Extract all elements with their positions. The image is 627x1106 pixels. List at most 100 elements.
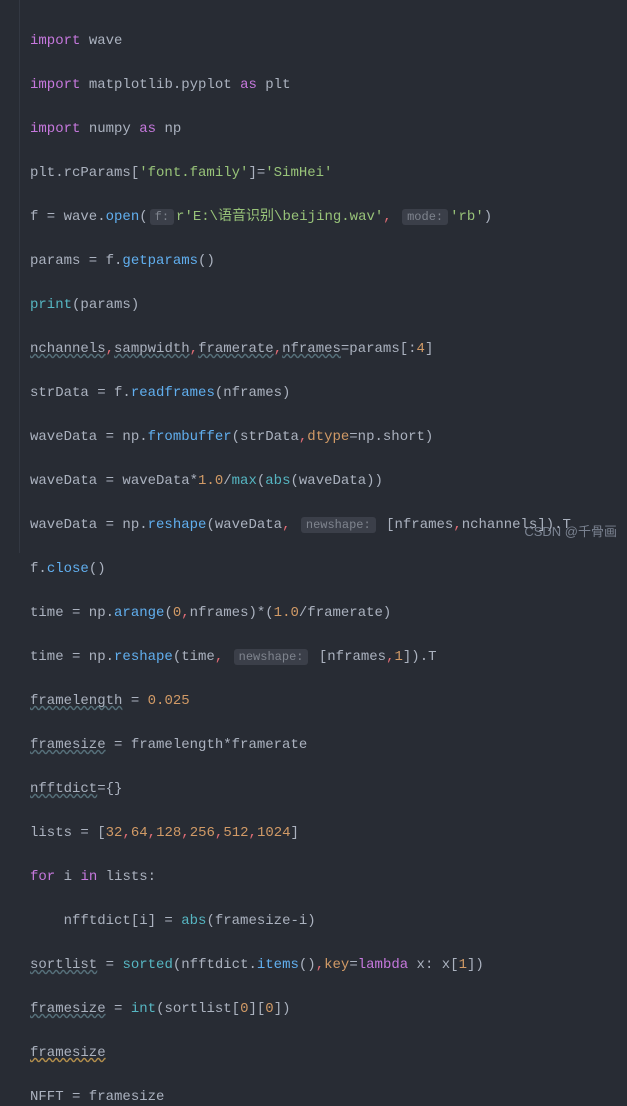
number: 4 [417,341,425,357]
variable: nchannels [30,341,106,357]
keyword: as [139,121,156,137]
function: close [47,561,89,577]
comma: , [148,825,156,841]
code-text: =params[: [341,341,417,357]
code-text: /framerate) [299,605,391,621]
string: 'rb' [450,209,484,225]
param-hint: newshape: [234,649,309,665]
string: 'E:\语音识别\beijing.wav' [184,209,383,225]
code-text: [nframes [386,517,453,533]
code-line[interactable]: for i in lists: [30,866,627,888]
code-text: NFFT = framesize [30,1089,164,1105]
variable: framesize [30,1001,106,1017]
alias: np [164,121,181,137]
kwarg: dtype [307,429,349,445]
number: 512 [223,825,248,841]
code-text: lists = [ [30,825,106,841]
code-line[interactable]: NFFT = framesize [30,1086,627,1106]
code-line[interactable]: waveData = np.frombuffer(strData,dtype=n… [30,426,627,448]
code-line[interactable]: time = np.reshape(time, newshape: [nfram… [30,646,627,668]
string: 'font.family' [139,165,248,181]
code-text: = framelength*framerate [106,737,308,753]
param-hint: f: [150,209,174,225]
code-line[interactable]: framelength = 0.025 [30,690,627,712]
number: 64 [131,825,148,841]
code-text: lists: [97,869,156,885]
comma: , [383,209,391,225]
number: 128 [156,825,181,841]
variable-warning: framesize [30,1045,106,1061]
code-text: ]= [248,165,265,181]
param-hint: newshape: [301,517,376,533]
code-text: params = f. [30,253,122,269]
code-line[interactable]: f = wave.open(f:r'E:\语音识别\beijing.wav', … [30,206,627,228]
comma: , [106,341,114,357]
code-text: (sortlist[ [156,1001,240,1017]
code-text: ] [291,825,299,841]
code-text: ] [425,341,433,357]
code-line[interactable]: plt.rcParams['font.family']='SimHei' [30,162,627,184]
code-text: = [97,957,122,973]
code-line[interactable]: import numpy as np [30,118,627,140]
function: getparams [122,253,198,269]
code-line[interactable]: framesize [30,1042,627,1064]
number: 1.0 [274,605,299,621]
function: open [106,209,140,225]
number: 1 [459,957,467,973]
code-line[interactable]: waveData = waveData*1.0/max(abs(waveData… [30,470,627,492]
paren: () [89,561,106,577]
string: 'SimHei' [265,165,332,181]
code-line[interactable]: time = np.arange(0,nframes)*(1.0/framera… [30,602,627,624]
number: 1 [395,649,403,665]
variable: nframes [282,341,341,357]
code-text: = [349,957,357,973]
code-text: (strData [232,429,299,445]
code-line[interactable]: sortlist = sorted(nfftdict.items(),key=l… [30,954,627,976]
comma: , [181,825,189,841]
comma: , [282,517,290,533]
code-line[interactable]: framesize = int(sortlist[0][0]) [30,998,627,1020]
variable: framelength [30,693,122,709]
function: readframes [131,385,215,401]
code-line[interactable]: import wave [30,30,627,52]
function: items [257,957,299,973]
code-text: time = np. [30,649,114,665]
code-line[interactable]: print(params) [30,294,627,316]
keyword: import [30,121,80,137]
code-editor[interactable]: import wave import matplotlib.pyplot as … [0,0,627,1106]
param-hint: mode: [402,209,448,225]
code-text: (waveData)) [291,473,383,489]
comma: , [316,957,324,973]
code-line[interactable]: strData = f.readframes(nframes) [30,382,627,404]
code-line[interactable]: nfftdict[i] = abs(framesize-i) [30,910,627,932]
code-text: =np.short) [349,429,433,445]
code-text: () [299,957,316,973]
code-line[interactable]: framesize = framelength*framerate [30,734,627,756]
number: 1.0 [198,473,223,489]
watermark: CSDN @千骨画 [524,521,617,543]
code-line[interactable]: nfftdict={} [30,778,627,800]
code-text: ]) [467,957,484,973]
builtin: print [30,297,72,313]
code-line[interactable]: nchannels,sampwidth,framerate,nframes=pa… [30,338,627,360]
builtin: sorted [122,957,172,973]
code-text: = [122,693,147,709]
function: reshape [114,649,173,665]
code-line[interactable]: lists = [32,64,128,256,512,1024] [30,822,627,844]
comma: , [190,341,198,357]
variable: sampwidth [114,341,190,357]
module: matplotlib.pyplot [89,77,232,93]
comma: , [215,825,223,841]
code-text: (nfftdict. [173,957,257,973]
function: frombuffer [148,429,232,445]
code-text: f = wave. [30,209,106,225]
code-line[interactable]: f.close() [30,558,627,580]
code-text: / [223,473,231,489]
comma: , [215,649,223,665]
builtin: max [232,473,257,489]
code-line[interactable]: import matplotlib.pyplot as plt [30,74,627,96]
code-text: (framesize-i) [206,913,315,929]
comma: , [386,649,394,665]
code-line[interactable]: params = f.getparams() [30,250,627,272]
number: 0.025 [148,693,190,709]
